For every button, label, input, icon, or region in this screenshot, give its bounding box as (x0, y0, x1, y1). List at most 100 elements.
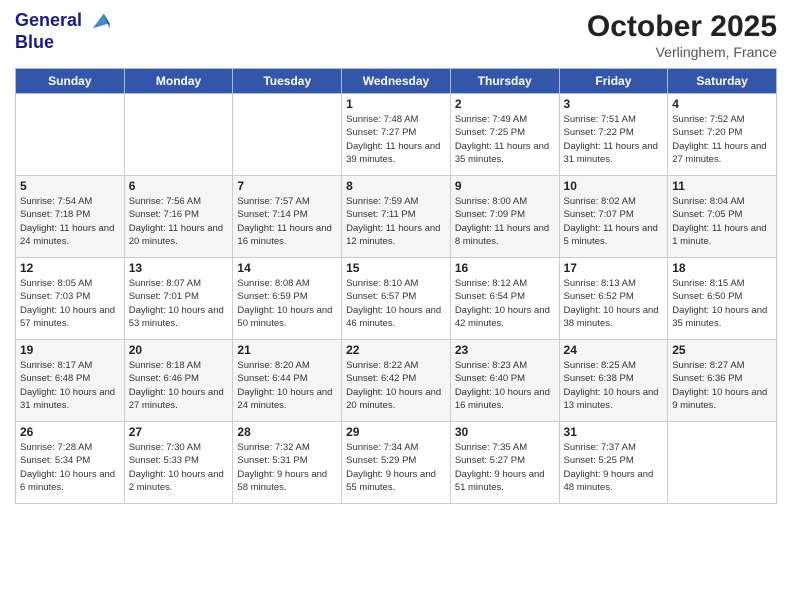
week-row-4: 26 Sunrise: 7:28 AM Sunset: 5:34 PM Dayli… (16, 422, 777, 504)
day-cell-3-6: 25 Sunrise: 8:27 AM Sunset: 6:36 PM Dayli… (668, 340, 777, 422)
title-block: October 2025 Verlinghem, France (587, 10, 777, 60)
day-cell-0-3: 1 Sunrise: 7:48 AM Sunset: 7:27 PM Daylig… (342, 94, 451, 176)
day-info: Sunrise: 8:27 AM Sunset: 6:36 PM Dayligh… (672, 359, 772, 412)
day-cell-2-2: 14 Sunrise: 8:08 AM Sunset: 6:59 PM Dayli… (233, 258, 342, 340)
day-cell-1-5: 10 Sunrise: 8:02 AM Sunset: 7:07 PM Dayli… (559, 176, 668, 258)
day-cell-1-4: 9Sunrise: 8:00 AM Sunset: 7:09 PM Daylig… (450, 176, 559, 258)
calendar-table: Sunday Monday Tuesday Wednesday Thursday… (15, 68, 777, 504)
day-info: Sunrise: 8:23 AM Sunset: 6:40 PM Dayligh… (455, 359, 555, 412)
day-number: 6 (129, 179, 229, 193)
day-info: Sunrise: 8:17 AM Sunset: 6:48 PM Dayligh… (20, 359, 120, 412)
day-info: Sunrise: 8:18 AM Sunset: 6:46 PM Dayligh… (129, 359, 229, 412)
col-saturday: Saturday (668, 69, 777, 94)
day-number: 26 (20, 425, 120, 439)
day-number: 2 (455, 97, 555, 111)
day-cell-0-2 (233, 94, 342, 176)
day-number: 15 (346, 261, 446, 275)
day-info: Sunrise: 7:52 AM Sunset: 7:20 PM Dayligh… (672, 113, 772, 166)
day-cell-0-5: 3Sunrise: 7:51 AM Sunset: 7:22 PM Daylig… (559, 94, 668, 176)
day-info: Sunrise: 7:56 AM Sunset: 7:16 PM Dayligh… (129, 195, 229, 248)
logo-line2: Blue (15, 32, 111, 53)
day-cell-2-4: 16 Sunrise: 8:12 AM Sunset: 6:54 PM Dayli… (450, 258, 559, 340)
week-row-3: 19 Sunrise: 8:17 AM Sunset: 6:48 PM Dayli… (16, 340, 777, 422)
day-info: Sunrise: 8:10 AM Sunset: 6:57 PM Dayligh… (346, 277, 446, 330)
day-number: 3 (564, 97, 664, 111)
day-number: 31 (564, 425, 664, 439)
day-number: 28 (237, 425, 337, 439)
logo-text: General (15, 10, 111, 32)
day-number: 22 (346, 343, 446, 357)
day-number: 4 (672, 97, 772, 111)
day-info: Sunrise: 7:57 AM Sunset: 7:14 PM Dayligh… (237, 195, 337, 248)
month-title: October 2025 (587, 10, 777, 44)
day-number: 25 (672, 343, 772, 357)
logo-icon (89, 10, 111, 32)
day-cell-3-2: 21Sunrise: 8:20 AM Sunset: 6:44 PM Dayli… (233, 340, 342, 422)
day-info: Sunrise: 7:54 AM Sunset: 7:18 PM Dayligh… (20, 195, 120, 248)
day-cell-4-1: 27 Sunrise: 7:30 AM Sunset: 5:33 PM Dayli… (124, 422, 233, 504)
day-cell-4-6 (668, 422, 777, 504)
day-info: Sunrise: 8:02 AM Sunset: 7:07 PM Dayligh… (564, 195, 664, 248)
day-number: 18 (672, 261, 772, 275)
day-cell-2-6: 18 Sunrise: 8:15 AM Sunset: 6:50 PM Dayli… (668, 258, 777, 340)
location-title: Verlinghem, France (587, 44, 777, 60)
day-number: 12 (20, 261, 120, 275)
day-cell-1-2: 7 Sunrise: 7:57 AM Sunset: 7:14 PM Daylig… (233, 176, 342, 258)
day-info: Sunrise: 7:28 AM Sunset: 5:34 PM Dayligh… (20, 441, 120, 494)
day-info: Sunrise: 7:49 AM Sunset: 7:25 PM Dayligh… (455, 113, 555, 166)
day-info: Sunrise: 7:48 AM Sunset: 7:27 PM Dayligh… (346, 113, 446, 166)
day-info: Sunrise: 7:30 AM Sunset: 5:33 PM Dayligh… (129, 441, 229, 494)
day-cell-4-2: 28 Sunrise: 7:32 AM Sunset: 5:31 PM Dayli… (233, 422, 342, 504)
day-number: 10 (564, 179, 664, 193)
day-cell-4-5: 31 Sunrise: 7:37 AM Sunset: 5:25 PM Dayli… (559, 422, 668, 504)
day-number: 14 (237, 261, 337, 275)
day-info: Sunrise: 8:25 AM Sunset: 6:38 PM Dayligh… (564, 359, 664, 412)
day-number: 27 (129, 425, 229, 439)
day-info: Sunrise: 7:32 AM Sunset: 5:31 PM Dayligh… (237, 441, 337, 494)
day-number: 9 (455, 179, 555, 193)
calendar-header-row: Sunday Monday Tuesday Wednesday Thursday… (16, 69, 777, 94)
day-number: 7 (237, 179, 337, 193)
day-info: Sunrise: 8:12 AM Sunset: 6:54 PM Dayligh… (455, 277, 555, 330)
day-number: 20 (129, 343, 229, 357)
day-cell-3-5: 24 Sunrise: 8:25 AM Sunset: 6:38 PM Dayli… (559, 340, 668, 422)
day-number: 21 (237, 343, 337, 357)
col-tuesday: Tuesday (233, 69, 342, 94)
day-cell-2-3: 15 Sunrise: 8:10 AM Sunset: 6:57 PM Dayli… (342, 258, 451, 340)
day-number: 13 (129, 261, 229, 275)
col-monday: Monday (124, 69, 233, 94)
day-info: Sunrise: 8:22 AM Sunset: 6:42 PM Dayligh… (346, 359, 446, 412)
day-info: Sunrise: 8:15 AM Sunset: 6:50 PM Dayligh… (672, 277, 772, 330)
day-number: 8 (346, 179, 446, 193)
day-cell-1-6: 11Sunrise: 8:04 AM Sunset: 7:05 PM Dayli… (668, 176, 777, 258)
header: General Blue October 2025 Verlinghem, Fr… (15, 10, 777, 60)
day-info: Sunrise: 8:07 AM Sunset: 7:01 PM Dayligh… (129, 277, 229, 330)
day-cell-0-0 (16, 94, 125, 176)
col-thursday: Thursday (450, 69, 559, 94)
day-number: 19 (20, 343, 120, 357)
col-sunday: Sunday (16, 69, 125, 94)
day-number: 24 (564, 343, 664, 357)
day-info: Sunrise: 7:34 AM Sunset: 5:29 PM Dayligh… (346, 441, 446, 494)
day-number: 5 (20, 179, 120, 193)
day-number: 16 (455, 261, 555, 275)
day-info: Sunrise: 7:37 AM Sunset: 5:25 PM Dayligh… (564, 441, 664, 494)
week-row-1: 5 Sunrise: 7:54 AM Sunset: 7:18 PM Daylig… (16, 176, 777, 258)
day-info: Sunrise: 7:59 AM Sunset: 7:11 PM Dayligh… (346, 195, 446, 248)
day-info: Sunrise: 7:35 AM Sunset: 5:27 PM Dayligh… (455, 441, 555, 494)
day-info: Sunrise: 8:13 AM Sunset: 6:52 PM Dayligh… (564, 277, 664, 330)
day-number: 1 (346, 97, 446, 111)
day-number: 17 (564, 261, 664, 275)
day-number: 29 (346, 425, 446, 439)
day-cell-3-3: 22 Sunrise: 8:22 AM Sunset: 6:42 PM Dayli… (342, 340, 451, 422)
page: General Blue October 2025 Verlinghem, Fr… (0, 0, 792, 612)
col-friday: Friday (559, 69, 668, 94)
day-info: Sunrise: 8:05 AM Sunset: 7:03 PM Dayligh… (20, 277, 120, 330)
day-info: Sunrise: 8:08 AM Sunset: 6:59 PM Dayligh… (237, 277, 337, 330)
day-cell-4-4: 30Sunrise: 7:35 AM Sunset: 5:27 PM Dayli… (450, 422, 559, 504)
day-info: Sunrise: 8:04 AM Sunset: 7:05 PM Dayligh… (672, 195, 772, 248)
logo: General Blue (15, 10, 111, 53)
day-cell-3-1: 20 Sunrise: 8:18 AM Sunset: 6:46 PM Dayli… (124, 340, 233, 422)
day-cell-4-3: 29 Sunrise: 7:34 AM Sunset: 5:29 PM Dayli… (342, 422, 451, 504)
logo-line1: General (15, 10, 82, 30)
